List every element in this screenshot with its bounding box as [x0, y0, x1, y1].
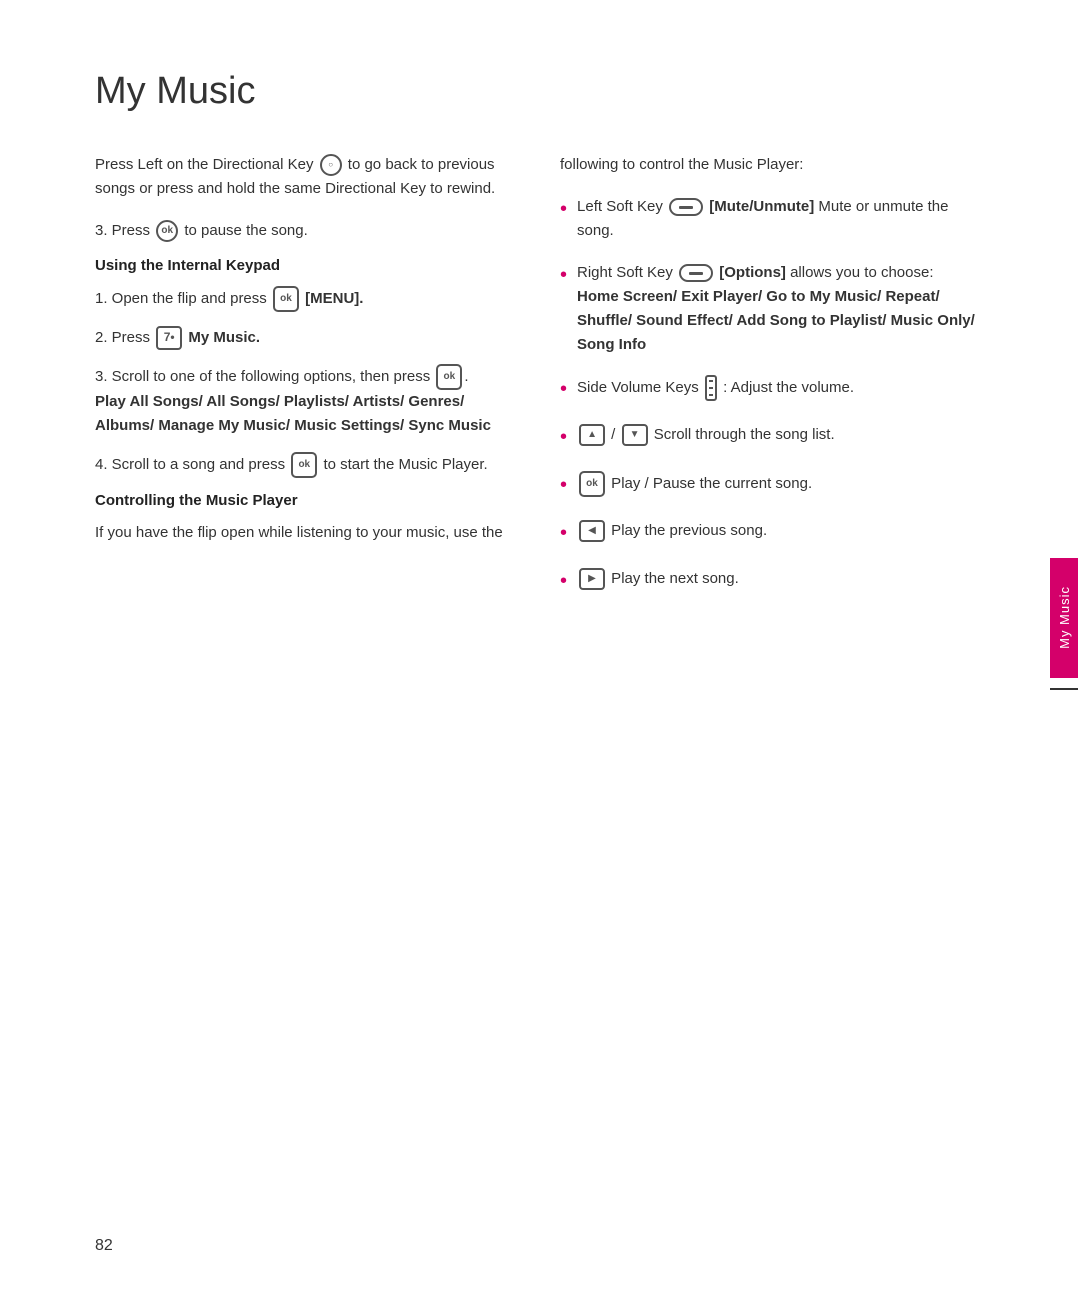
up-arrow-icon: ▲: [579, 424, 605, 446]
bullet-dot-6: •: [560, 517, 567, 549]
right-soft-key-content: Right Soft Key [Options] allows you to c…: [577, 261, 985, 357]
page-container: My Music Press Left on the Directional K…: [0, 0, 1080, 1295]
left-soft-key-content: Left Soft Key [Mute/Unmute] Mute or unmu…: [577, 195, 985, 243]
bullet-left-soft-key: • Left Soft Key [Mute/Unmute] Mute or un…: [560, 195, 985, 243]
bullet-dot-7: •: [560, 565, 567, 597]
side-tab-bar: My Music: [1050, 558, 1078, 678]
ok-circle-icon: ok: [156, 220, 178, 242]
bullet-dot-4: •: [560, 421, 567, 453]
bullet-dot-1: •: [560, 193, 567, 225]
page-number: 82: [95, 1237, 113, 1255]
controlling-text: If you have the flip open while listenin…: [95, 521, 520, 545]
scroll-content: ▲ / ▼ Scroll through the song list.: [577, 423, 985, 447]
bullet-side-volume: • Side Volume Keys : Adjust the volume.: [560, 375, 985, 405]
ok-play-content: ok Play / Pause the current song.: [577, 471, 985, 497]
bullet-dot-2: •: [560, 259, 567, 291]
directional-key-icon: ○: [320, 154, 342, 176]
next-song-content: ▶ Play the next song.: [577, 567, 985, 591]
bullet-next-song: • ▶ Play the next song.: [560, 567, 985, 597]
down-arrow-icon: ▼: [622, 424, 648, 446]
right-intro-text: following to control the Music Player:: [560, 153, 985, 177]
right-soft-key-icon: [679, 264, 713, 282]
ok-key-icon-1: ok: [273, 286, 299, 312]
bullet-list: • Left Soft Key [Mute/Unmute] Mute or un…: [560, 195, 985, 597]
left-soft-key-icon: [669, 198, 703, 216]
step-4: 4. Scroll to a song and press ok to star…: [95, 452, 520, 478]
left-intro-text: Press Left on the Directional Key ○ to g…: [95, 153, 520, 201]
bullet-dot-5: •: [560, 469, 567, 501]
next-song-icon: ▶: [579, 568, 605, 590]
side-volume-content: Side Volume Keys : Adjust the volume.: [577, 375, 985, 401]
heading-controlling: Controlling the Music Player: [95, 492, 520, 509]
content-area: Press Left on the Directional Key ○ to g…: [0, 153, 1080, 615]
left-column: Press Left on the Directional Key ○ to g…: [95, 153, 520, 615]
item-3-pause: 3. Press ok to pause the song.: [95, 219, 520, 243]
side-tab-label: My Music: [1057, 586, 1072, 649]
heading-internal-keypad: Using the Internal Keypad: [95, 257, 520, 274]
ok-key-icon-3: ok: [291, 452, 317, 478]
page-title: My Music: [0, 60, 1080, 113]
step-2: 2. Press 7• My Music.: [95, 326, 520, 350]
side-tab-line: [1050, 688, 1078, 690]
bullet-right-soft-key: • Right Soft Key [Options] allows you to…: [560, 261, 985, 357]
bullet-scroll: • ▲ / ▼ Scroll through the song list.: [560, 423, 985, 453]
prev-song-content: ◀ Play the previous song.: [577, 519, 985, 543]
right-column: following to control the Music Player: •…: [560, 153, 985, 615]
ok-play-icon: ok: [579, 471, 605, 497]
bullet-prev-song: • ◀ Play the previous song.: [560, 519, 985, 549]
step-3: 3. Scroll to one of the following option…: [95, 364, 520, 438]
key-7-icon: 7•: [156, 326, 182, 350]
prev-song-icon: ◀: [579, 520, 605, 542]
volume-key-icon: [705, 375, 717, 401]
step-1: 1. Open the flip and press ok [MENU].: [95, 286, 520, 312]
bullet-dot-3: •: [560, 373, 567, 405]
ok-key-icon-2: ok: [436, 364, 462, 390]
side-tab: My Music: [1048, 558, 1080, 738]
bullet-ok-play: • ok Play / Pause the current song.: [560, 471, 985, 501]
